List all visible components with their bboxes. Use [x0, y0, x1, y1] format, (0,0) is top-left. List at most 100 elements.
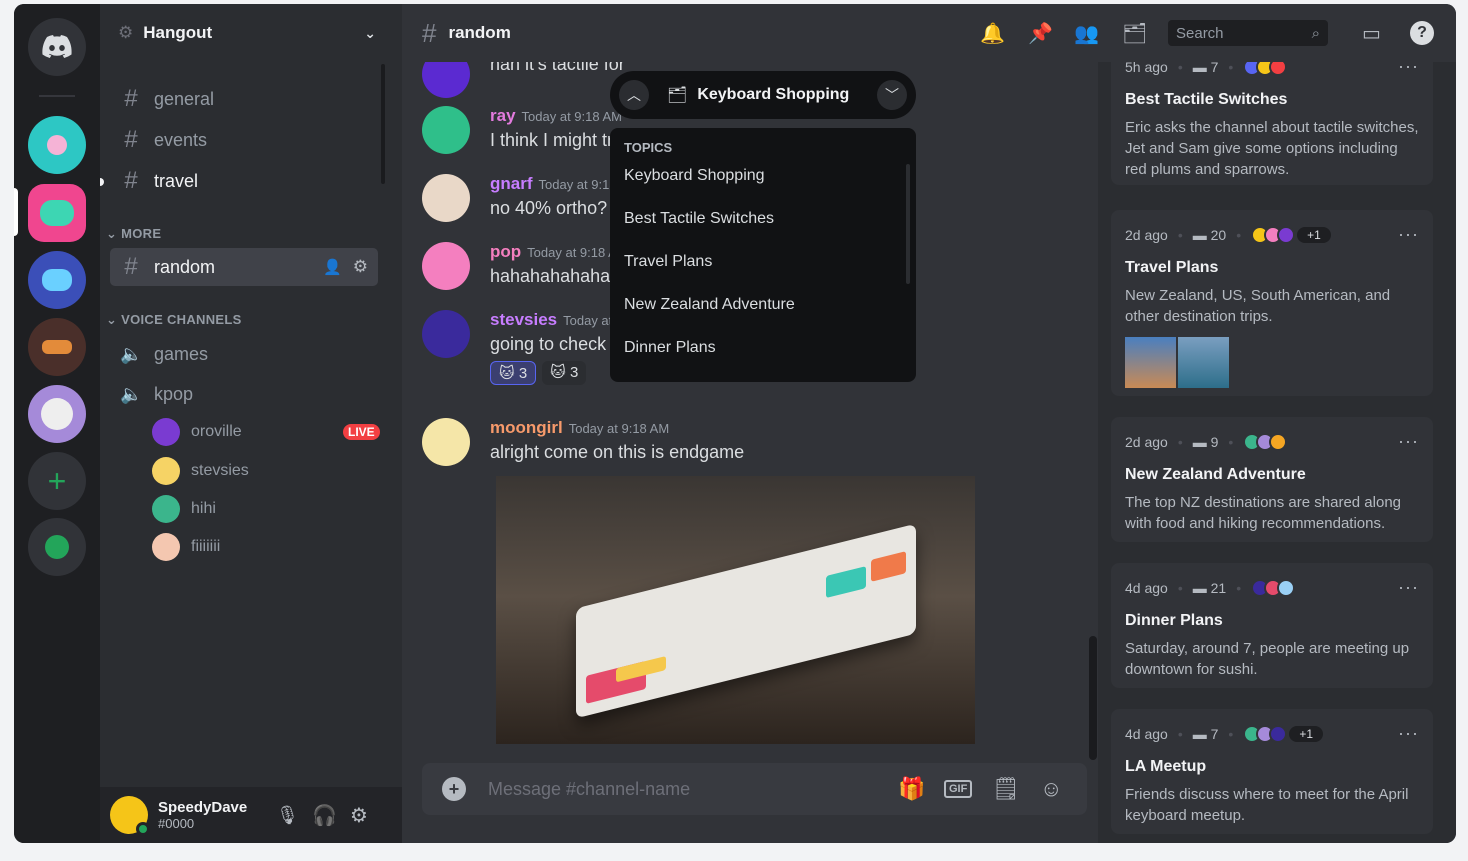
- more-options-icon[interactable]: ···: [1398, 224, 1419, 245]
- emoji-icon[interactable]: ☺: [1040, 776, 1062, 802]
- explore-button[interactable]: [28, 518, 86, 576]
- members-icon[interactable]: 👥: [1074, 21, 1099, 46]
- thread-age: 4d ago: [1125, 725, 1168, 742]
- server-icon-1[interactable]: [28, 116, 86, 174]
- category-voice[interactable]: ⌄ VOICE CHANNELS: [106, 312, 242, 328]
- more-options-icon[interactable]: ···: [1398, 577, 1419, 598]
- reaction-chip[interactable]: 🐱 3: [490, 361, 537, 385]
- hash-icon: #: [124, 85, 138, 112]
- more-options-icon[interactable]: ···: [1398, 62, 1419, 77]
- voice-user[interactable]: fiiiiiii: [152, 533, 220, 561]
- thread-image-lake[interactable]: [1178, 337, 1229, 388]
- topic-item[interactable]: Best Tactile Switches: [610, 210, 916, 253]
- voice-channel-games[interactable]: 🔈 games: [110, 335, 378, 373]
- server-icon-hangout[interactable]: [28, 184, 86, 242]
- channel-travel[interactable]: # travel: [110, 162, 378, 200]
- author-name[interactable]: ray: [490, 106, 516, 125]
- avatar: [152, 495, 180, 523]
- channel-general[interactable]: # general: [110, 80, 378, 118]
- voice-user[interactable]: stevsies: [152, 457, 249, 485]
- topic-item[interactable]: Keyboard Shopping: [610, 167, 916, 210]
- topic-item[interactable]: Travel Plans: [610, 253, 916, 296]
- add-server-button[interactable]: +: [28, 452, 86, 510]
- reaction-count: 3: [518, 365, 528, 382]
- settings-icon[interactable]: ⚙: [353, 257, 368, 277]
- channel-label: games: [154, 343, 209, 364]
- gift-icon[interactable]: 🎁: [898, 776, 925, 802]
- home-button[interactable]: [28, 18, 86, 76]
- reply-count: 20: [1210, 226, 1227, 243]
- thread-card[interactable]: 4d ago • ▬ 21 • ··· Dinner Plans Saturday, a…: [1111, 563, 1433, 688]
- gear-icon[interactable]: ⚙: [350, 803, 368, 828]
- microphone-icon[interactable]: 🎙: [276, 805, 299, 826]
- threads-panel: 5h ago • ▬ 7 • ··· Best Tactile Switches Eri…: [1098, 62, 1456, 843]
- author-name[interactable]: pop: [490, 242, 521, 261]
- author-name[interactable]: stevsies: [490, 310, 557, 329]
- author-name[interactable]: moongirl: [490, 418, 563, 437]
- avatar[interactable]: [422, 242, 470, 290]
- more-options-icon[interactable]: ···: [1398, 431, 1419, 452]
- avatar: [152, 533, 180, 561]
- channel-events[interactable]: # events: [110, 121, 378, 159]
- voice-channel-kpop[interactable]: 🔈 kpop: [110, 375, 378, 413]
- more-options-icon[interactable]: ···: [1398, 723, 1419, 744]
- server-icon-3[interactable]: [28, 251, 86, 309]
- invite-icon[interactable]: 👤: [323, 258, 342, 276]
- topic-picker: ︿ 🗂 Keyboard Shopping ﹀: [610, 71, 916, 119]
- pin-icon[interactable]: 📌: [1028, 21, 1053, 46]
- thread-age: 5h ago: [1125, 62, 1168, 75]
- category-more[interactable]: ⌄ MORE: [106, 226, 161, 242]
- keyboard-image[interactable]: [496, 476, 975, 744]
- thread-title: Travel Plans: [1125, 259, 1219, 276]
- thread-card[interactable]: 2d ago • ▬ 9 • ··· New Zealand Adventure The…: [1111, 417, 1433, 542]
- scrollbar[interactable]: [906, 164, 910, 284]
- scrollbar[interactable]: [1089, 636, 1097, 760]
- voice-user[interactable]: oroville: [152, 418, 242, 446]
- more-participants-badge: +1: [1289, 725, 1324, 742]
- chevron-up-icon[interactable]: ︿: [619, 80, 649, 110]
- avatar[interactable]: [110, 796, 150, 836]
- avatar[interactable]: [422, 106, 470, 154]
- sticker-icon[interactable]: 🗒: [992, 776, 1020, 802]
- server-header[interactable]: ⚙ Hangout ⌄: [100, 4, 402, 62]
- chevron-down-icon[interactable]: ⌄: [364, 25, 376, 42]
- user-panel: SpeedyDave #0000 🎙 🎧 ⚙: [100, 787, 402, 843]
- voice-user[interactable]: hihi: [152, 495, 216, 523]
- inbox-icon[interactable]: ▭: [1362, 21, 1381, 46]
- search-placeholder: Search: [1176, 24, 1224, 42]
- reaction-chip[interactable]: 🐱 3: [542, 361, 587, 385]
- avatar[interactable]: [422, 174, 470, 222]
- comment-icon: ▬: [1192, 226, 1207, 243]
- scrollbar[interactable]: [381, 64, 385, 184]
- thread-card[interactable]: 5h ago • ▬ 7 • ··· Best Tactile Switches Eri…: [1111, 62, 1433, 185]
- server-icon-5[interactable]: [28, 385, 86, 443]
- comment-icon: ▬: [1192, 579, 1207, 596]
- thread-description: Friends discuss where to meet for the Ap…: [1125, 786, 1409, 824]
- bell-icon[interactable]: 🔔: [980, 21, 1005, 46]
- avatar[interactable]: [422, 418, 470, 466]
- help-icon[interactable]: ?: [1410, 21, 1434, 45]
- message-composer[interactable]: + Message #channel-name 🎁 GIF 🗒 ☺: [422, 763, 1087, 815]
- current-topic[interactable]: Keyboard Shopping: [697, 86, 849, 104]
- username: SpeedyDave: [158, 799, 248, 816]
- avatar[interactable]: [422, 310, 470, 358]
- topic-item[interactable]: New Zealand Adventure: [610, 296, 916, 339]
- channel-random[interactable]: # random 👤 ⚙: [110, 248, 378, 286]
- selected-server-pill: [14, 188, 18, 236]
- message-input[interactable]: Message #channel-name: [488, 779, 690, 800]
- topic-item[interactable]: Dinner Plans: [610, 339, 916, 382]
- thread-card[interactable]: 4d ago • ▬ 7 • +1 ··· LA Meetup Friends discu…: [1111, 709, 1433, 834]
- gif-button[interactable]: GIF: [944, 780, 973, 798]
- rail-divider: [39, 95, 75, 97]
- search-input[interactable]: Search ⌕: [1168, 20, 1328, 46]
- threads-icon[interactable]: 🗂: [1122, 21, 1147, 46]
- chevron-down-icon[interactable]: ﹀: [877, 80, 907, 110]
- message: gnarf Today at 9:18 Ano 40% ortho?: [422, 174, 628, 222]
- author-name[interactable]: gnarf: [490, 174, 533, 193]
- headphones-icon[interactable]: 🎧: [312, 803, 337, 828]
- threads-icon: 🗂: [667, 87, 688, 104]
- attach-plus-icon[interactable]: +: [442, 777, 466, 801]
- thread-card[interactable]: 2d ago • ▬ 20 • +1 ··· Travel Plans New Zeala…: [1111, 210, 1433, 396]
- server-icon-4[interactable]: [28, 318, 86, 376]
- thread-image-road[interactable]: [1125, 337, 1176, 388]
